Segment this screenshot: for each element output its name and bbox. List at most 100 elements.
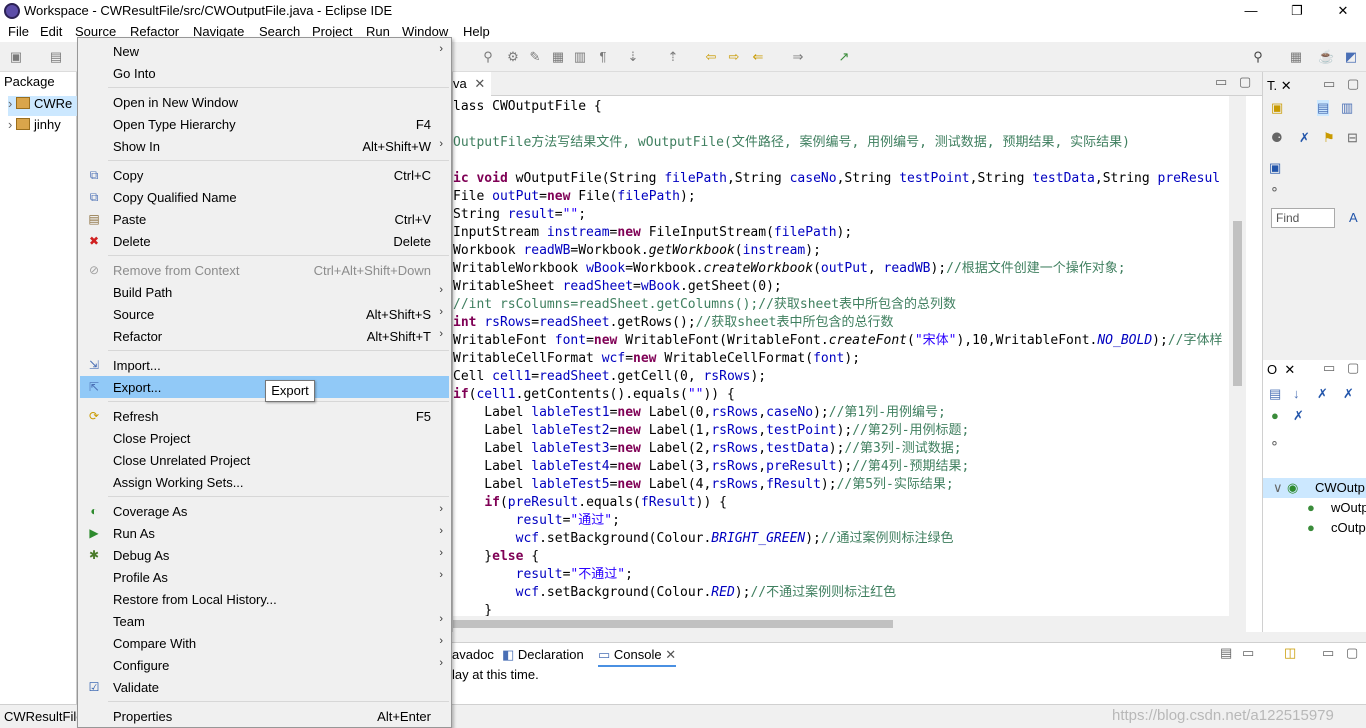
hide-fields-icon[interactable]: ✗ [1317, 386, 1328, 402]
menu-item-run-as[interactable]: ▶ Run As › [80, 522, 449, 544]
menu-item-debug-as[interactable]: ✱ Debug As › [80, 544, 449, 566]
minimize-button[interactable]: — [1228, 0, 1274, 22]
menu-item-build-path[interactable]: Build Path › [80, 281, 449, 303]
new-icon[interactable]: ▣ [8, 49, 24, 65]
mark-icon[interactable]: ✎ [527, 49, 543, 65]
menu-item-profile-as[interactable]: Profile As › [80, 566, 449, 588]
hide-static-icon[interactable]: ✗ [1343, 386, 1354, 402]
tree-item-project-cwresultfile[interactable]: › CWRe [8, 96, 77, 116]
java-perspective-icon[interactable]: ◩ [1343, 49, 1359, 65]
more-icon[interactable]: ⚬ [1269, 182, 1280, 198]
menu-item-coverage-as[interactable]: ◐ Coverage As › [80, 500, 449, 522]
last-edit-icon[interactable]: ⇦ [703, 49, 719, 65]
menu-item-source[interactable]: Source Alt+Shift+S › [80, 303, 449, 325]
menu-item-close-unrelated-project[interactable]: Close Unrelated Project [80, 449, 449, 471]
vertical-scrollbar[interactable] [1229, 96, 1246, 616]
maximize-view-icon[interactable]: ▢ [1346, 645, 1358, 661]
hide-nonpublic-icon[interactable]: ● [1271, 408, 1279, 423]
menu-item-show-in[interactable]: Show In Alt+Shift+W › [80, 135, 449, 157]
find-all-link[interactable]: A [1349, 210, 1358, 225]
menu-item-import[interactable]: ⇲ Import... [80, 354, 449, 376]
minimize-view-icon[interactable]: ▭ [1323, 76, 1335, 92]
categorized-icon[interactable]: ▤ [1317, 100, 1330, 116]
code-text[interactable]: lass CWOutputFile {OutputFile方法写结果文件, wO… [453, 98, 1229, 620]
focus-icon[interactable]: ⚈ [1271, 130, 1283, 146]
outline-method-row[interactable]: ● wOutp [1263, 498, 1366, 518]
menu-file[interactable]: File [8, 24, 29, 39]
forward-icon[interactable]: ⇒ [790, 49, 806, 65]
display-console-icon[interactable]: ▭ [1242, 645, 1254, 661]
menu-item-properties[interactable]: Properties Alt+Enter [80, 705, 449, 727]
sort-az-icon[interactable]: ↓ [1293, 386, 1300, 401]
open-console-icon[interactable]: ◫ [1284, 645, 1296, 661]
close-tab-icon[interactable]: ✕ [665, 647, 676, 662]
menu-item-close-project[interactable]: Close Project [80, 427, 449, 449]
menu-item-validate[interactable]: ☑ Validate [80, 676, 449, 698]
menu-item-open-in-new-window[interactable]: Open in New Window [80, 91, 449, 113]
hide-local-types-icon[interactable]: ✗ [1293, 408, 1304, 424]
collapse-icon[interactable]: ⊟ [1347, 130, 1358, 146]
scroll-thumb[interactable] [1233, 221, 1242, 386]
forward-edit-icon[interactable]: ⇨ [726, 49, 742, 65]
menu-item-copy[interactable]: ⧉ Copy Ctrl+C [80, 164, 449, 186]
menu-item-refresh[interactable]: ⟳ Refresh F5 [80, 405, 449, 427]
menu-item-team[interactable]: Team › [80, 610, 449, 632]
menu-item-copy-qualified-name[interactable]: ⧉ Copy Qualified Name [80, 186, 449, 208]
maximize-view-icon[interactable]: ▢ [1239, 74, 1251, 90]
find-input[interactable]: Find [1271, 208, 1335, 228]
menu-item-restore-from-local-history[interactable]: Restore from Local History... [80, 588, 449, 610]
menu-item-configure[interactable]: Configure › [80, 654, 449, 676]
new-task-icon[interactable]: ▣ [1271, 100, 1283, 116]
java-ee-perspective-icon[interactable]: ☕ [1318, 49, 1334, 65]
code-editor[interactable]: va ✕ ▭ ▢ lass CWOutputFile {OutputFile方法… [452, 72, 1263, 632]
maximize-view-icon[interactable]: ▢ [1347, 360, 1359, 376]
menu-item-assign-working-sets[interactable]: Assign Working Sets... [80, 471, 449, 493]
next-annotation-icon[interactable]: ⇣ [625, 49, 641, 65]
menu-item-new[interactable]: New › [80, 40, 449, 62]
menu-edit[interactable]: Edit [40, 24, 62, 39]
tab-cwoutputfile-java[interactable]: va ✕ [453, 72, 492, 96]
horizontal-scrollbar[interactable] [453, 616, 1246, 632]
prev-annotation-icon[interactable]: ⇡ [665, 49, 681, 65]
minimize-view-icon[interactable]: ▭ [1215, 74, 1227, 90]
console-toolbar-icon[interactable]: ▤ [1220, 645, 1232, 661]
link-icon[interactable]: ⚙ [505, 49, 521, 65]
pin-icon[interactable]: ⚲ [480, 49, 496, 65]
minimize-view-icon[interactable]: ▭ [1322, 645, 1334, 661]
block-select-icon[interactable]: ▦ [550, 49, 566, 65]
tab-declaration[interactable]: ◧ Declaration [502, 645, 584, 667]
scroll-thumb[interactable] [453, 620, 893, 628]
tab-console[interactable]: ▭ Console ✕ [598, 645, 677, 667]
filter-icon[interactable]: ✗ [1299, 130, 1310, 146]
tree-item-project-jinhy[interactable]: › jinhy [8, 117, 77, 137]
outline-class-row[interactable]: ∨ ◉ CWOutp [1263, 478, 1366, 498]
outline-sort-icon[interactable]: ▤ [1269, 386, 1281, 402]
scheduled-icon[interactable]: ▥ [1341, 100, 1353, 116]
search-icon[interactable]: ⚲ [1250, 49, 1266, 65]
maximize-view-icon[interactable]: ▢ [1347, 76, 1359, 92]
outline-method-row[interactable]: ● cOutp [1263, 518, 1366, 538]
menu-item-delete[interactable]: ✖ Delete Delete [80, 230, 449, 252]
tab-package-explorer[interactable]: Package [0, 74, 55, 96]
close-tab-icon[interactable]: ✕ [474, 76, 485, 91]
menu-item-open-type-hierarchy[interactable]: Open Type Hierarchy F4 [80, 113, 449, 135]
tab-javadoc[interactable]: avadoc [452, 645, 494, 667]
tab-outline[interactable]: O ✕ [1267, 362, 1295, 378]
paragraph-icon[interactable]: ¶ [595, 49, 611, 65]
menu-item-go-into[interactable]: Go Into [80, 62, 449, 84]
pin-editor-icon[interactable]: ↗ [836, 49, 852, 65]
tab-task-list[interactable]: T. ✕ [1267, 78, 1292, 94]
hide-completed-icon[interactable]: ⚑ [1323, 130, 1335, 146]
restore-button[interactable]: ❐ [1274, 0, 1320, 22]
minimize-view-icon[interactable]: ▭ [1323, 360, 1335, 376]
whitespace-icon[interactable]: ▥ [572, 49, 588, 65]
task-repo-icon[interactable]: ▣ [1269, 160, 1281, 176]
menu-item-refactor[interactable]: Refactor Alt+Shift+T › [80, 325, 449, 347]
outline-more-icon[interactable]: ⚬ [1269, 436, 1280, 452]
menu-item-compare-with[interactable]: Compare With › [80, 632, 449, 654]
menu-item-paste[interactable]: ▤ Paste Ctrl+V [80, 208, 449, 230]
save-icon[interactable]: ▤ [48, 49, 64, 65]
back-icon[interactable]: ⇐ [750, 49, 766, 65]
open-perspective-icon[interactable]: ▦ [1288, 49, 1304, 65]
close-button[interactable]: ✕ [1320, 0, 1366, 22]
